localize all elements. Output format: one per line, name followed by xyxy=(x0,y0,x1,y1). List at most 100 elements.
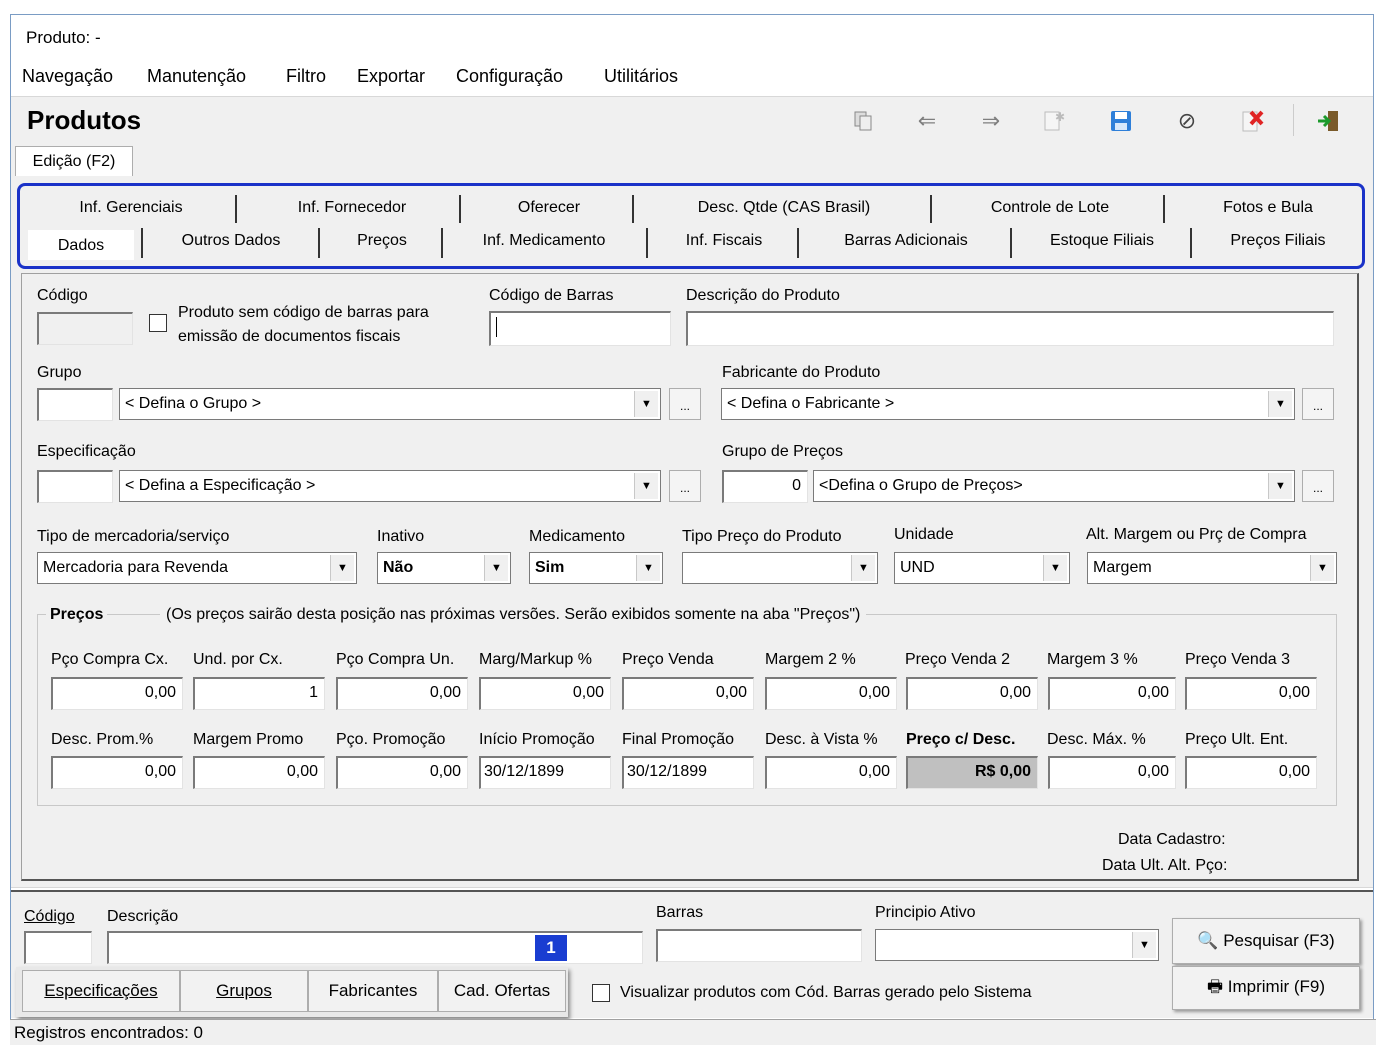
menu-manutencao[interactable]: Manutenção xyxy=(147,64,246,88)
final-promocao-label: Final Promoção xyxy=(622,731,735,748)
visualizar-checkbox[interactable] xyxy=(592,984,610,1002)
grupo-code-input[interactable] xyxy=(37,388,113,421)
codigo-field[interactable] xyxy=(37,312,133,345)
tipo-preco-select[interactable]: ▼ xyxy=(682,552,878,584)
arrow-left-icon[interactable]: ⇐ xyxy=(910,104,944,138)
codigo-barras-input[interactable] xyxy=(489,311,671,346)
sem-barras-label-2: emissão de documentos fiscais xyxy=(178,328,401,345)
inativo-select[interactable]: Não ▼ xyxy=(377,552,511,584)
header-bar xyxy=(11,96,1373,144)
tab-precos-filiais[interactable]: Preços Filiais xyxy=(1198,230,1358,252)
margem-2-input[interactable]: 0,00 xyxy=(765,677,897,710)
preco-venda-3-input[interactable]: 0,00 xyxy=(1185,677,1317,710)
tipo-preco-label: Tipo Preço do Produto xyxy=(682,528,842,545)
search-barras-input[interactable] xyxy=(656,929,862,962)
grupo-precos-lookup-button[interactable]: ... xyxy=(1302,470,1334,502)
codigo-barras-label: Código de Barras xyxy=(489,287,614,304)
margem-3-input[interactable]: 0,00 xyxy=(1048,677,1176,710)
tab-separator xyxy=(459,195,461,223)
menu-navegacao[interactable]: Navegação xyxy=(22,64,113,88)
especificacoes-button[interactable]: Especificações xyxy=(22,970,180,1012)
fabricante-lookup-button[interactable]: ... xyxy=(1302,388,1334,420)
preco-venda-2-input[interactable]: 0,00 xyxy=(906,677,1038,710)
arrow-right-icon[interactable]: ⇒ xyxy=(974,104,1008,138)
tab-separator xyxy=(930,195,932,223)
desc-prom-input[interactable]: 0,00 xyxy=(51,756,183,789)
desc-max-label: Desc. Máx. % xyxy=(1047,731,1146,748)
tab-separator xyxy=(235,195,237,223)
grupo-precos-code-input[interactable]: 0 xyxy=(722,470,808,503)
chevron-down-icon: ▼ xyxy=(634,473,658,499)
grupo-lookup-button[interactable]: ... xyxy=(669,388,701,420)
imprimir-button[interactable]: 🖶 Imprimir (F9) xyxy=(1172,966,1360,1010)
margem-promo-input[interactable]: 0,00 xyxy=(193,756,325,789)
preco-venda-input[interactable]: 0,00 xyxy=(622,677,754,710)
descricao-label: Descrição do Produto xyxy=(686,287,840,304)
search-barras-label: Barras xyxy=(656,904,704,921)
especificacao-code-input[interactable] xyxy=(37,470,113,503)
new-record-icon[interactable]: ✱ xyxy=(1036,104,1070,138)
tab-inf-gerenciais[interactable]: Inf. Gerenciais xyxy=(58,197,204,219)
grupo-select[interactable]: < Defina o Grupo > ▼ xyxy=(119,388,661,420)
search-principio-select[interactable]: ▼ xyxy=(875,929,1159,961)
copy-icon[interactable] xyxy=(846,104,880,138)
und-por-cx-input[interactable]: 1 xyxy=(193,677,325,710)
tab-fotos-bula[interactable]: Fotos e Bula xyxy=(1196,197,1340,219)
descricao-input[interactable] xyxy=(686,311,1334,346)
tab-inf-fiscais[interactable]: Inf. Fiscais xyxy=(654,230,794,252)
pco-promocao-input[interactable]: 0,00 xyxy=(336,756,468,789)
pco-compra-un-input[interactable]: 0,00 xyxy=(336,677,468,710)
margem-promo-label: Margem Promo xyxy=(193,731,304,748)
status-bar xyxy=(10,1019,1376,1045)
grupos-button[interactable]: Grupos xyxy=(180,970,308,1012)
menu-exportar[interactable]: Exportar xyxy=(357,64,425,88)
tab-separator xyxy=(318,228,320,258)
search-icon: 🔍 xyxy=(1197,931,1219,950)
especificacao-lookup-button[interactable]: ... xyxy=(669,470,701,502)
pesquisar-button[interactable]: 🔍 Pesquisar (F3) xyxy=(1172,918,1360,964)
chevron-down-icon: ▼ xyxy=(636,555,660,581)
tab-dados[interactable]: Dados xyxy=(28,230,134,260)
tab-separator xyxy=(1163,195,1165,223)
desc-max-input[interactable]: 0,00 xyxy=(1048,756,1176,789)
unidade-select[interactable]: UND ▼ xyxy=(894,552,1070,584)
grupo-precos-select[interactable]: <Defina o Grupo de Preços> ▼ xyxy=(813,470,1295,502)
menu-utilitarios[interactable]: Utilitários xyxy=(604,64,678,88)
tab-inf-medicamento[interactable]: Inf. Medicamento xyxy=(449,230,639,252)
preco-ult-ent-input[interactable]: 0,00 xyxy=(1185,756,1317,789)
tab-edicao[interactable]: Edição (F2) xyxy=(15,146,133,178)
tab-barras-adicionais[interactable]: Barras Adicionais xyxy=(808,230,1004,252)
cad-ofertas-button[interactable]: Cad. Ofertas xyxy=(438,970,566,1012)
tab-desc-qtde[interactable]: Desc. Qtde (CAS Brasil) xyxy=(663,197,905,219)
menu-filtro[interactable]: Filtro xyxy=(286,64,326,88)
preco-venda-3-label: Preço Venda 3 xyxy=(1185,651,1290,668)
search-codigo-input[interactable] xyxy=(24,931,92,964)
tab-estoque-filiais[interactable]: Estoque Filiais xyxy=(1018,230,1186,252)
tipo-mercadoria-select[interactable]: Mercadoria para Revenda ▼ xyxy=(37,552,357,584)
marg-markup-input[interactable]: 0,00 xyxy=(479,677,611,710)
menu-configuracao[interactable]: Configuração xyxy=(456,64,563,88)
tab-oferecer[interactable]: Oferecer xyxy=(487,197,611,219)
final-promocao-input[interactable]: 30/12/1899 xyxy=(622,756,754,789)
tab-outros-dados[interactable]: Outros Dados xyxy=(150,230,312,252)
inicio-promocao-input[interactable]: 30/12/1899 xyxy=(479,756,611,789)
pco-compra-cx-input[interactable]: 0,00 xyxy=(51,677,183,710)
margem-2-label: Margem 2 % xyxy=(765,651,856,668)
fabricantes-button[interactable]: Fabricantes xyxy=(308,970,438,1012)
unidade-label: Unidade xyxy=(894,526,954,543)
delete-icon[interactable] xyxy=(1236,104,1270,138)
tab-precos[interactable]: Preços xyxy=(326,230,438,252)
alt-margem-label: Alt. Margem ou Prç de Compra xyxy=(1086,526,1307,543)
sem-barras-checkbox[interactable] xyxy=(149,314,167,332)
tab-inf-fornecedor[interactable]: Inf. Fornecedor xyxy=(270,197,434,219)
especificacao-select[interactable]: < Defina a Especificação > ▼ xyxy=(119,470,661,502)
tab-controle-lote[interactable]: Controle de Lote xyxy=(966,197,1134,219)
save-icon[interactable] xyxy=(1104,104,1138,138)
exit-icon[interactable] xyxy=(1312,104,1346,138)
cancel-icon[interactable]: ⊘ xyxy=(1170,104,1204,138)
alt-margem-select[interactable]: Margem ▼ xyxy=(1087,552,1337,584)
medicamento-select[interactable]: Sim ▼ xyxy=(529,552,663,584)
desc-vista-input[interactable]: 0,00 xyxy=(765,756,897,789)
fabricante-select[interactable]: < Defina o Fabricante > ▼ xyxy=(721,388,1295,420)
tab-separator xyxy=(797,228,799,258)
